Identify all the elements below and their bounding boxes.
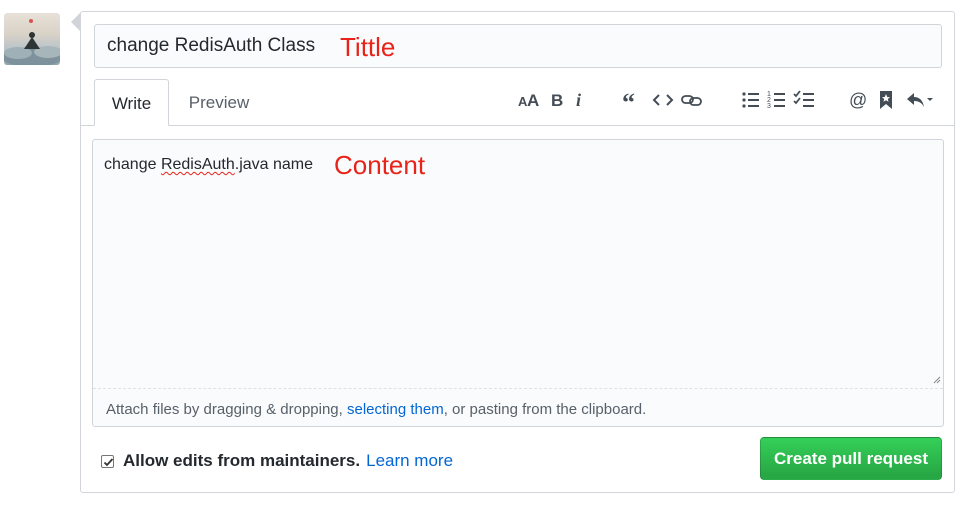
- svg-text:B: B: [551, 91, 563, 110]
- header-icon[interactable]: AA: [517, 88, 541, 112]
- svg-text:A: A: [527, 91, 539, 110]
- bookmark-icon[interactable]: [878, 88, 894, 112]
- learn-more-link[interactable]: Learn more: [366, 451, 453, 471]
- misspelled-word: RedisAuth: [160, 156, 235, 173]
- title-input[interactable]: change RedisAuth Class: [94, 24, 942, 68]
- quote-icon[interactable]: “: [621, 88, 643, 112]
- resize-handle-icon[interactable]: [931, 374, 941, 384]
- create-pull-request-button[interactable]: Create pull request: [760, 437, 942, 480]
- checkmark-icon: [103, 457, 114, 466]
- tab-write[interactable]: Write: [94, 79, 169, 126]
- avatar[interactable]: [4, 13, 60, 65]
- allow-edits-row: Allow edits from maintainers. Learn more: [101, 450, 453, 472]
- title-annotation: Tittle: [340, 32, 396, 62]
- svg-text:@: @: [849, 90, 867, 110]
- file-attach-bar[interactable]: Attach files by dragging & dropping, sel…: [93, 388, 943, 426]
- ordered-list-icon[interactable]: 123: [767, 88, 787, 112]
- allow-edits-label: Allow edits from maintainers.: [123, 451, 361, 470]
- svg-text:3: 3: [767, 103, 771, 110]
- reply-icon[interactable]: [905, 88, 935, 112]
- svg-text:i: i: [576, 90, 581, 110]
- select-files-link[interactable]: selecting them: [347, 401, 444, 418]
- link-icon[interactable]: [680, 88, 704, 112]
- content-annotation: Content: [334, 150, 426, 180]
- tab-preview[interactable]: Preview: [179, 79, 259, 126]
- unordered-list-icon[interactable]: [741, 88, 761, 112]
- italic-icon[interactable]: i: [572, 88, 588, 112]
- svg-text:“: “: [622, 88, 635, 112]
- comment-textarea[interactable]: change RedisAuth.java name Attach files …: [92, 139, 944, 427]
- allow-edits-checkbox[interactable]: [101, 454, 114, 468]
- code-icon[interactable]: [652, 88, 674, 112]
- task-list-icon[interactable]: [793, 88, 815, 112]
- editor-content[interactable]: change RedisAuth.java name: [104, 156, 313, 174]
- pull-request-form: change RedisAuth Class Tittle Write Prev…: [80, 11, 955, 493]
- bold-icon[interactable]: B: [548, 88, 566, 112]
- mention-icon[interactable]: @: [848, 88, 870, 112]
